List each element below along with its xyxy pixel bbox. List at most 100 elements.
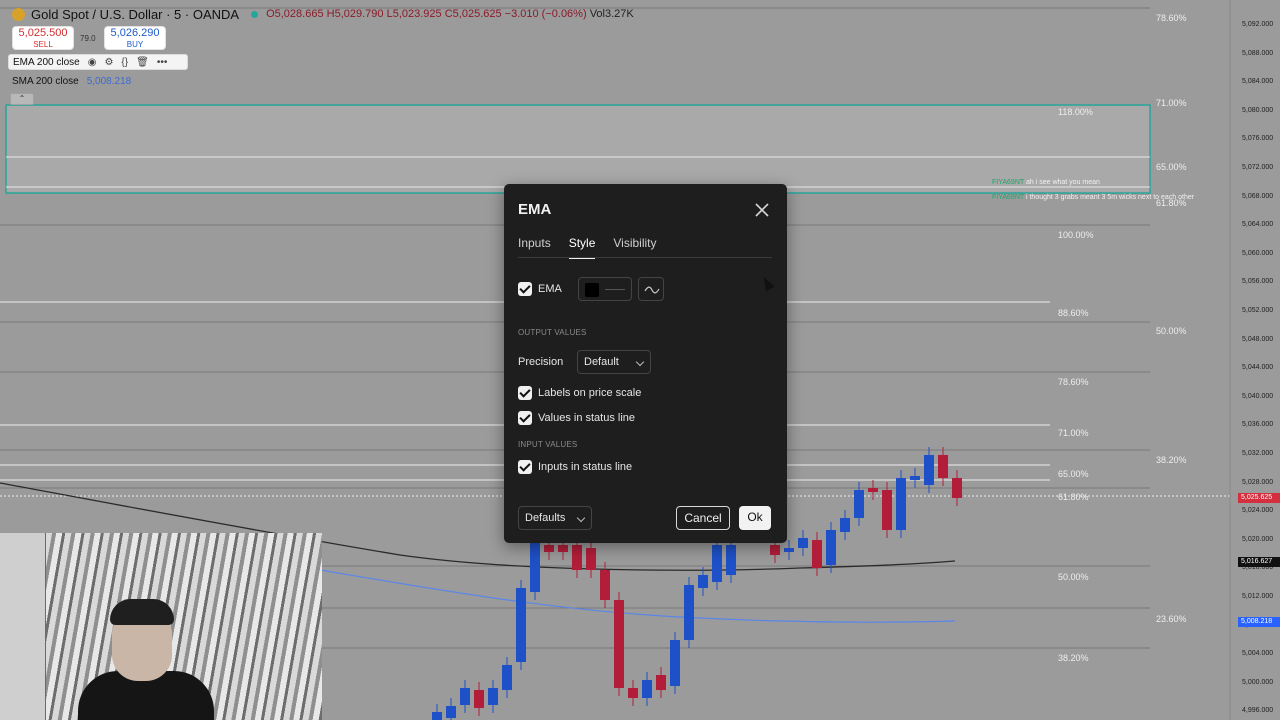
price-scale-label: 5,056.000 <box>1242 278 1274 286</box>
tab-visibility[interactable]: Visibility <box>613 236 656 259</box>
gold-logo-icon <box>12 7 25 21</box>
buy-label: BUY <box>126 40 144 49</box>
bearish-candle <box>656 675 666 690</box>
ema-visible-checkbox[interactable] <box>518 282 532 296</box>
values-in-status-line-checkbox[interactable] <box>518 411 532 425</box>
line-style-picker[interactable] <box>638 277 664 301</box>
sma-legend-value: 5,008.218 <box>86 75 132 87</box>
chevron-down-icon <box>635 357 645 367</box>
webcam-door <box>0 533 48 720</box>
bullish-candle <box>840 518 850 532</box>
price-scale-label: 5,080.000 <box>1242 106 1274 114</box>
close-icon[interactable] <box>752 200 772 220</box>
precision-select[interactable]: Default <box>577 350 651 374</box>
bullish-candle <box>726 545 736 575</box>
values-in-status-line-label: Values in status line <box>538 412 636 424</box>
tab-inputs[interactable]: Inputs <box>518 236 551 259</box>
bearish-candle <box>812 540 822 568</box>
bullish-candle <box>698 575 708 588</box>
webcam-overlay <box>0 533 322 720</box>
ema-legend-label[interactable]: EMA 200 close <box>13 57 80 68</box>
bullish-candle <box>854 490 864 518</box>
bearish-candle <box>614 600 624 688</box>
price-scale-label: 5,072.000 <box>1242 164 1274 171</box>
dialog-title: EMA <box>518 201 552 218</box>
bullish-candle <box>516 588 526 662</box>
market-open-dot-icon <box>251 10 259 18</box>
trash-icon[interactable]: 🗑 <box>136 57 149 68</box>
price-scale-label: 5,004.000 <box>1242 650 1274 658</box>
sma-legend-label[interactable]: SMA 200 close <box>12 76 79 87</box>
precision-label: Precision <box>518 356 564 368</box>
inputs-in-status-line-label: Inputs in status line <box>538 461 633 473</box>
volume-value: Vol3.27K <box>589 8 634 20</box>
fib-level-label: 61.80% <box>1058 492 1089 502</box>
bullish-candle <box>432 712 442 720</box>
chat-message: FIYA69NT ah i see what you mean <box>992 178 1100 187</box>
ema-indicator-legend[interactable]: EMA 200 close ◉ ⚙ {} 🗑 ••• <box>8 54 188 70</box>
price-scale[interactable]: 5,092.000 5,088.000 5,084.000 5,080.000 5,07… <box>1238 0 1280 720</box>
inputs-in-status-line-checkbox[interactable] <box>518 460 532 474</box>
price-scale-label: 5,064.000 <box>1242 221 1274 229</box>
defaults-label: Defaults <box>525 512 566 524</box>
symbol-title[interactable]: Gold Spot / U.S. Dollar · 5 · OANDA <box>31 7 239 22</box>
bullish-candle <box>488 688 498 705</box>
bullish-candle <box>502 665 512 690</box>
price-scale-label: 5,012.000 <box>1242 593 1274 600</box>
chat-text: i thought 3 grabs meant 3 5m wicks next … <box>1025 194 1195 201</box>
price-scale-label: 5,092.000 <box>1242 21 1274 28</box>
bullish-candle <box>798 538 808 548</box>
bearish-candle <box>558 545 568 552</box>
sell-button[interactable]: 5,025.500 SELL <box>12 26 74 50</box>
settings-icon[interactable]: ⚙ <box>104 57 113 68</box>
chat-message: FIYA69NT i thought 3 grabs meant 3 5m wi… <box>992 193 1224 202</box>
bearish-candle <box>586 548 596 570</box>
bearish-candle <box>938 455 948 478</box>
bullish-candle <box>924 455 934 485</box>
price-scale-label: 5,076.000 <box>1242 135 1274 143</box>
more-icon[interactable]: ••• <box>157 57 168 68</box>
price-scale-label: 5,000.000 <box>1242 678 1274 686</box>
ok-button[interactable]: Ok <box>739 506 771 530</box>
price-scale-label: 5,060.000 <box>1242 249 1274 257</box>
price-scale-label: 5,088.000 <box>1242 49 1274 57</box>
price-scale-label: 5,032.000 <box>1242 450 1274 457</box>
chat-user: FIYA69NT <box>992 194 1025 201</box>
bullish-candle <box>642 680 652 698</box>
fib-level-label: 88.60% <box>1058 308 1089 318</box>
fib-level-label: 23.60% <box>1156 614 1187 624</box>
fib-level-label: 50.00% <box>1156 326 1187 336</box>
open-value: O5,028.665 <box>266 8 324 20</box>
defaults-dropdown[interactable]: Defaults <box>518 506 592 530</box>
source-code-icon[interactable]: {} <box>121 57 128 68</box>
price-scale-label: 5,068.000 <box>1242 192 1274 200</box>
bullish-candle <box>910 476 920 480</box>
fib-level-label: 78.60% <box>1156 13 1187 23</box>
cancel-button[interactable]: Cancel <box>676 506 730 530</box>
fib-level-label: 50.00% <box>1058 572 1089 582</box>
labels-on-price-scale-label: Labels on price scale <box>538 387 642 399</box>
line-color-picker[interactable] <box>578 277 632 301</box>
tab-style[interactable]: Style <box>568 236 596 259</box>
close-value: C5,025.625 <box>444 8 502 20</box>
fib-level-label: 38.20% <box>1058 653 1089 663</box>
bearish-candle <box>952 478 962 498</box>
bearish-candle <box>770 545 780 555</box>
eye-icon[interactable]: ◉ <box>88 57 97 68</box>
buy-button[interactable]: 5,026.290 BUY <box>104 26 166 50</box>
price-scale-label: 4,996.000 <box>1242 707 1274 715</box>
ohlc-values: O5,028.665 H5,029.790 L5,023.925 C5,025.… <box>266 8 634 20</box>
precision-value: Default <box>584 356 619 368</box>
dialog-tabs: Inputs Style Visibility <box>518 236 657 259</box>
bullish-candle <box>826 530 836 565</box>
labels-on-price-scale-checkbox[interactable] <box>518 386 532 400</box>
fib-level-label: 118.00% <box>1058 107 1093 117</box>
input-values-heading: INPUT VALUES <box>518 440 578 449</box>
price-scale-label: 5,020.000 <box>1242 535 1274 543</box>
ema-checkbox-label: EMA <box>538 283 562 295</box>
sma-indicator-legend[interactable]: SMA 200 close 5,008.218 <box>8 73 135 89</box>
fib-level-label: 38.20% <box>1156 455 1187 465</box>
symbol-header: Gold Spot / U.S. Dollar · 5 · OANDA O5,0… <box>12 6 634 22</box>
high-value: H5,029.790 <box>326 8 384 20</box>
collapse-legend-button[interactable]: ⌃ <box>10 93 34 105</box>
